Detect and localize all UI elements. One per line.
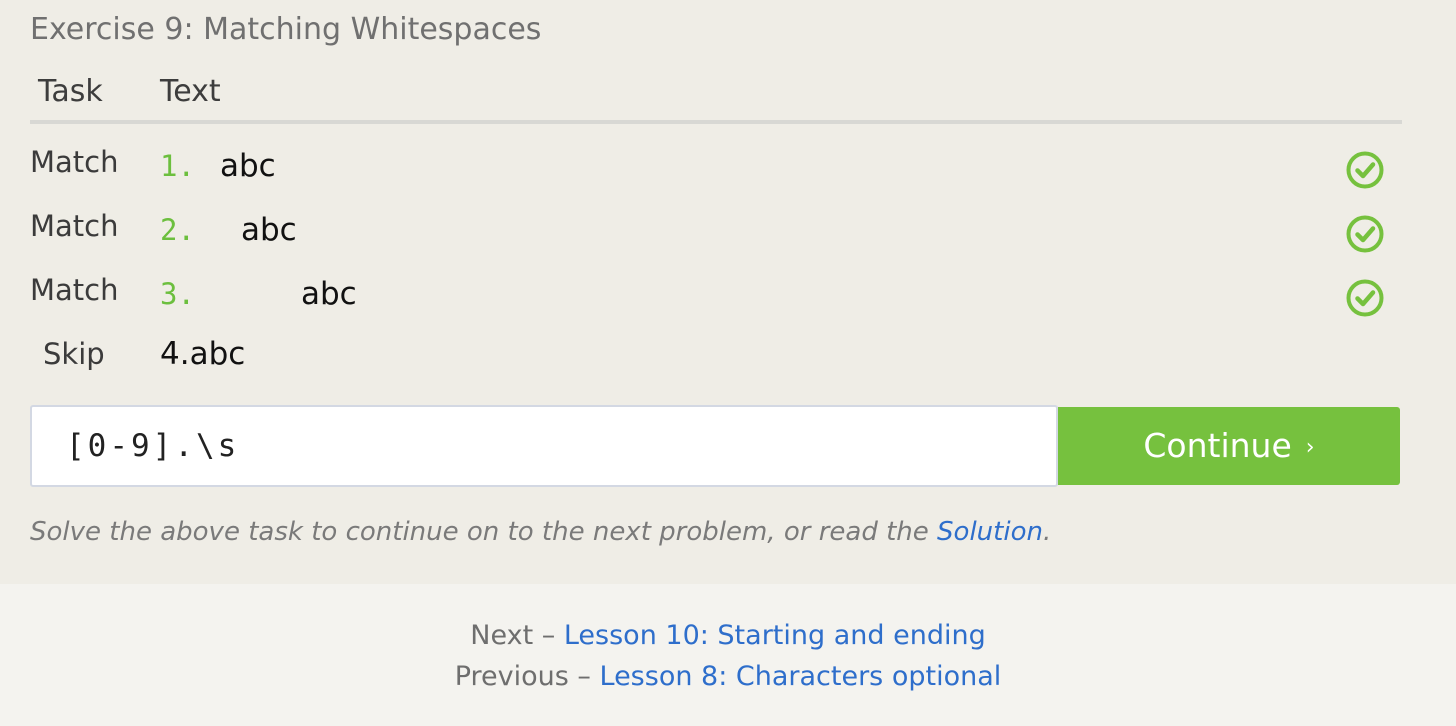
exercise-title: Exercise 9: Matching Whitespaces — [30, 12, 542, 47]
table-row: Match 2. abc — [0, 206, 1456, 266]
previous-lesson-link[interactable]: Lesson 8: Characters optional — [600, 661, 1002, 692]
column-header-task: Task — [38, 74, 103, 109]
column-header-text: Text — [160, 74, 221, 109]
row-text: abc — [241, 212, 297, 248]
task-label: Match — [30, 145, 119, 179]
row-text: 4.abc — [160, 336, 246, 372]
table-row: Match 3. abc — [0, 270, 1456, 330]
continue-label: Continue — [1143, 426, 1292, 465]
previous-prefix: Previous – — [454, 661, 600, 692]
solution-link[interactable]: Solution — [937, 517, 1043, 547]
row-number: 3. — [160, 277, 195, 311]
check-icon — [1346, 215, 1384, 253]
task-label: Skip — [43, 337, 105, 371]
hint-prefix: Solve the above task to continue on to t… — [30, 517, 938, 547]
header-divider — [30, 120, 1402, 124]
continue-button[interactable]: Continue › — [1058, 407, 1400, 485]
next-prefix: Next – — [470, 620, 564, 651]
exercise-panel: Exercise 9: Matching Whitespaces Task Te… — [0, 0, 1456, 584]
table-row: Match 1. abc — [0, 142, 1456, 202]
row-text: abc — [220, 148, 276, 184]
table-row: Skip 4.abc — [0, 334, 1456, 394]
row-number: 1. — [160, 149, 195, 183]
row-number: 2. — [160, 213, 195, 247]
check-icon — [1346, 279, 1384, 317]
task-label: Match — [30, 273, 119, 307]
hint-suffix: . — [1042, 517, 1052, 547]
hint-text: Solve the above task to continue on to t… — [30, 512, 1051, 552]
row-text: abc — [301, 276, 357, 312]
next-lesson-nav: Next – Lesson 10: Starting and ending — [0, 616, 1456, 656]
next-lesson-link[interactable]: Lesson 10: Starting and ending — [564, 620, 986, 651]
task-label: Match — [30, 209, 119, 243]
chevron-right-icon: › — [1305, 435, 1315, 460]
regex-input[interactable] — [30, 405, 1058, 487]
check-icon — [1346, 151, 1384, 189]
previous-lesson-nav: Previous – Lesson 8: Characters optional — [0, 657, 1456, 697]
